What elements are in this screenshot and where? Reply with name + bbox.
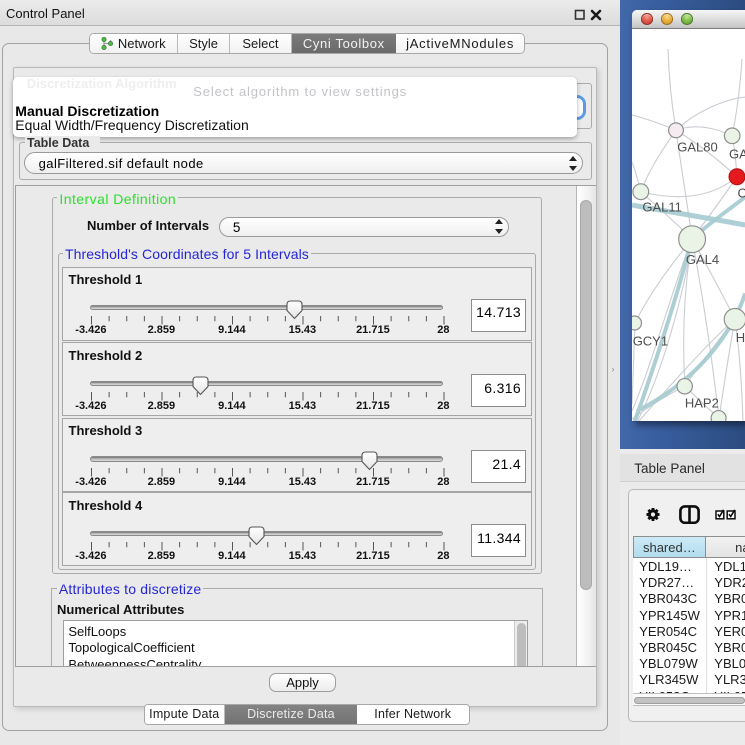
svg-text:C: C — [737, 185, 745, 200]
svg-text:GAL80: GAL80 — [677, 139, 717, 154]
svg-text:GAL11: GAL11 — [642, 199, 681, 214]
svg-text:H: H — [735, 330, 744, 345]
svg-text:HAP2: HAP2 — [685, 395, 719, 410]
svg-text:GAL4: GAL4 — [686, 251, 719, 266]
svg-text:GCY1: GCY1 — [632, 333, 667, 348]
svg-text:GAL: GAL — [729, 146, 745, 161]
